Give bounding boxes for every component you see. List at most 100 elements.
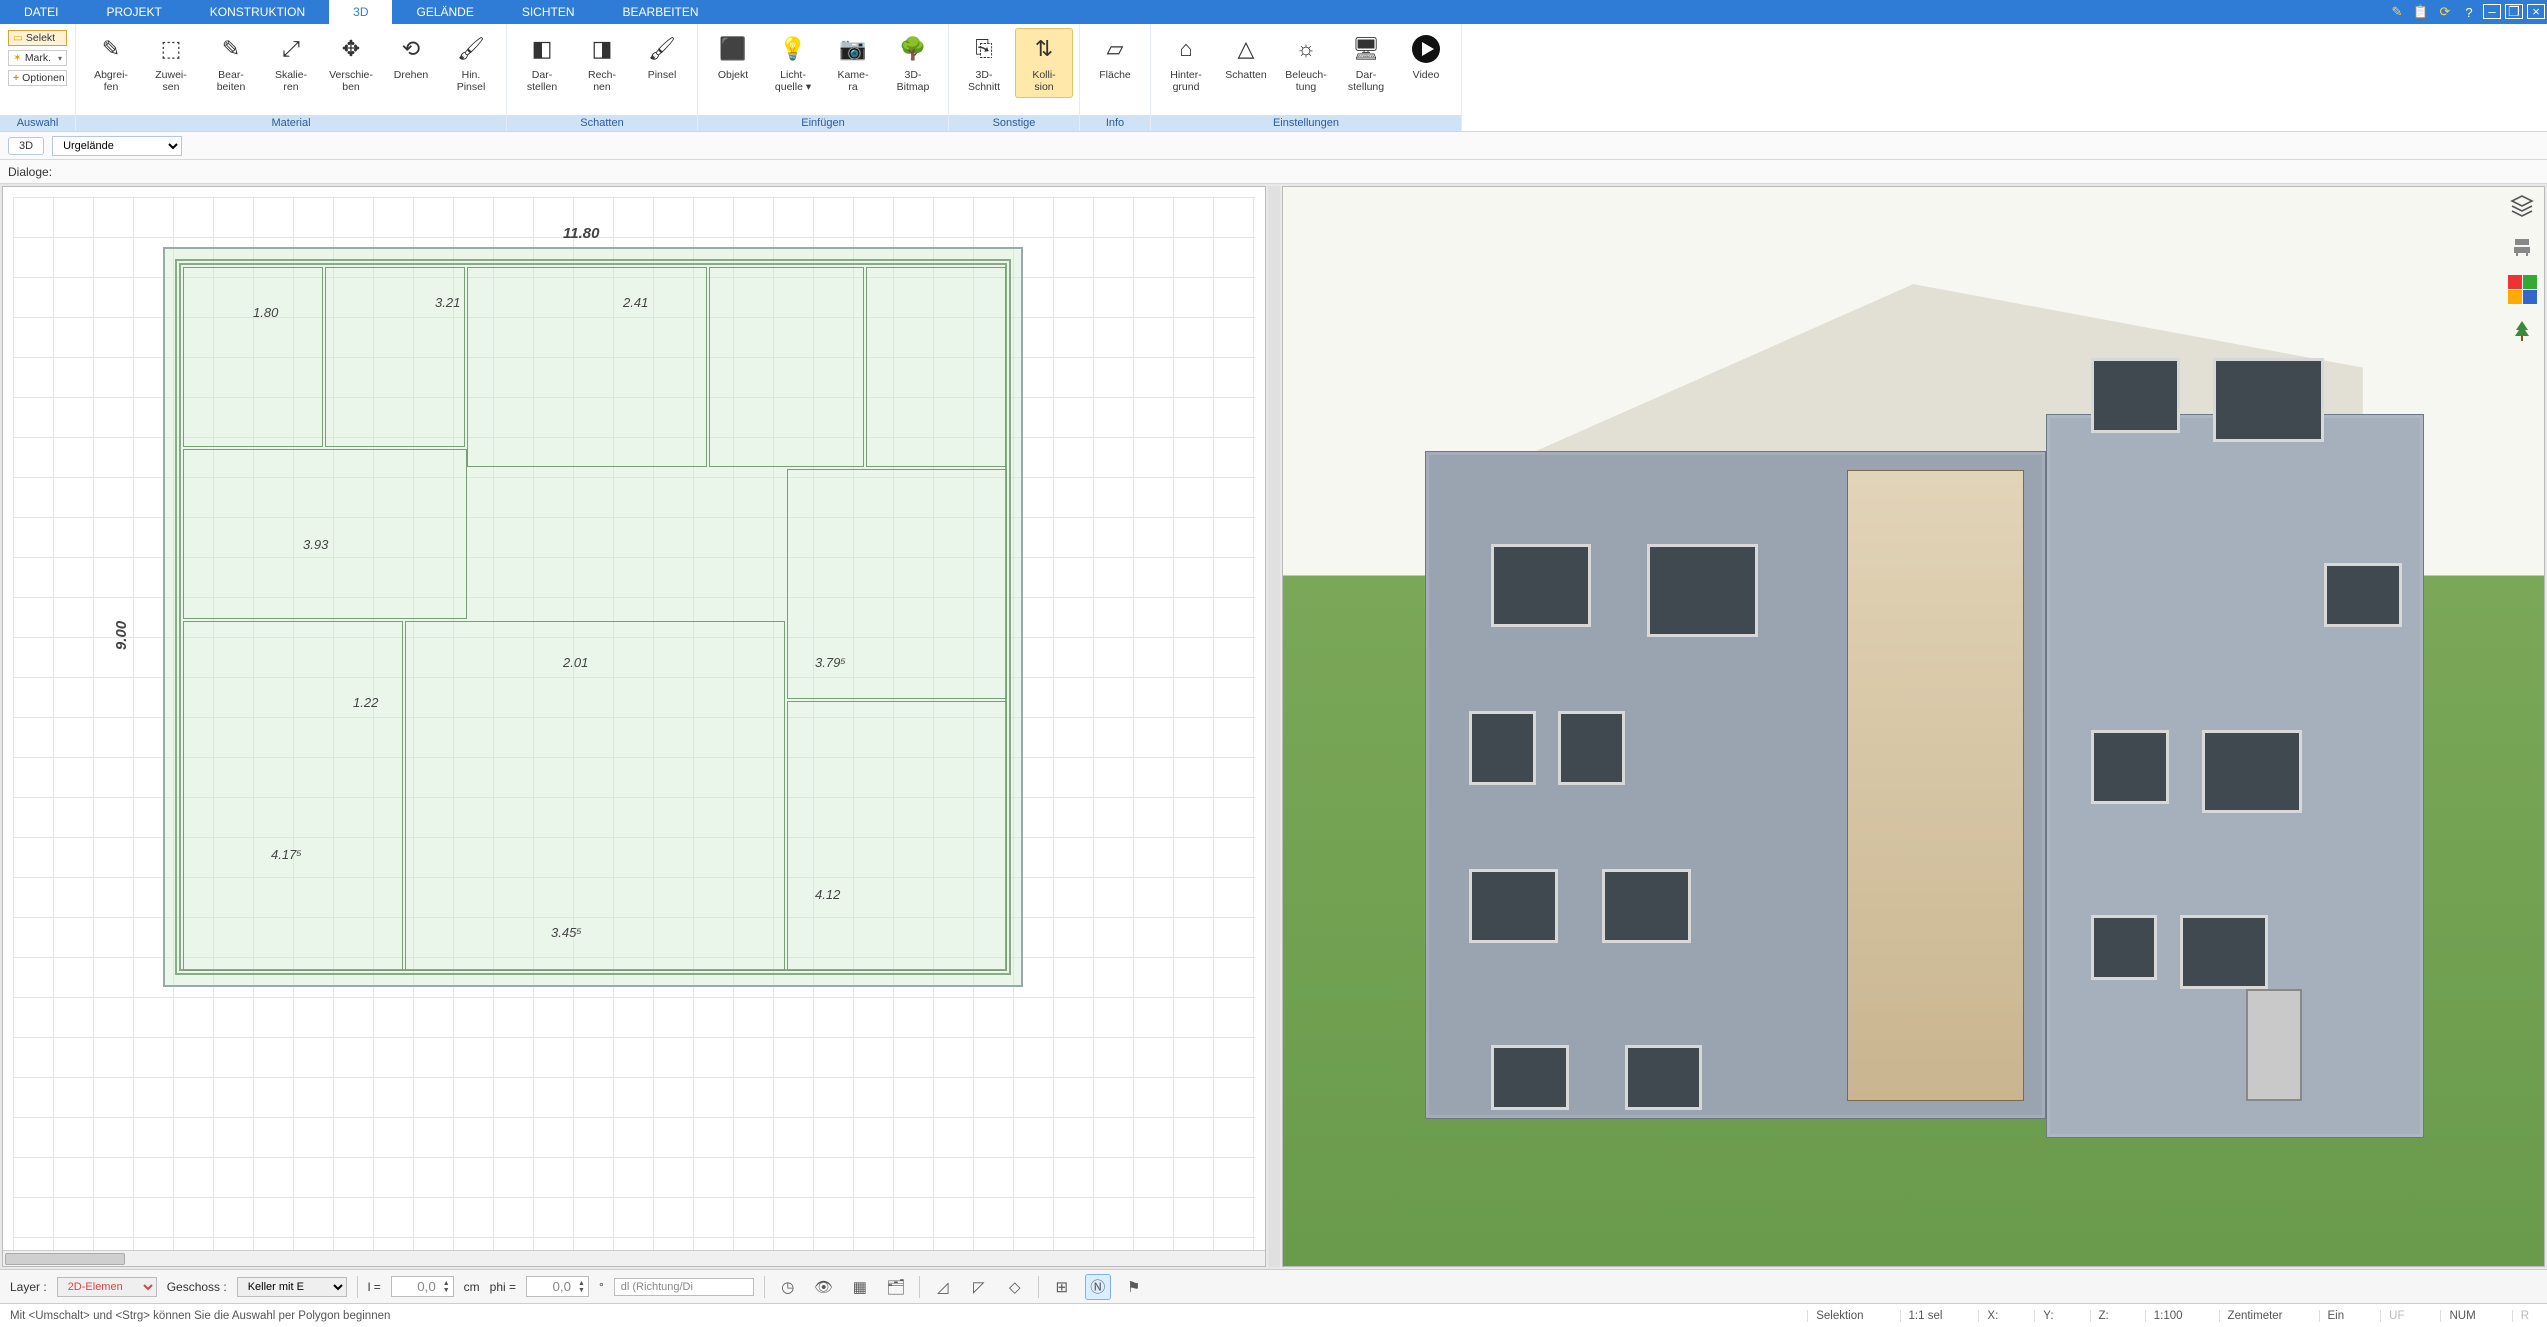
phi-unit: ° [599,1280,604,1294]
status-uf: UF [2380,1310,2412,1322]
lower-toolbar: Layer : 2D-Elemen Geschoss : Keller mit … [0,1269,2547,1303]
terrain-select[interactable]: Urgelände [52,136,182,156]
rotate-icon-button[interactable]: ⟲Drehen [382,28,440,86]
ribbon-btn-label: Video [1413,69,1440,81]
bulb-icon-button[interactable]: 💡Licht-quelle ▾ [764,28,822,98]
group-label: Einfügen [698,115,948,131]
options-button[interactable]: +Optionen [8,70,67,86]
stack-icon[interactable]: 🗂 [883,1274,909,1300]
ribbon-btn-label: Abgrei-fen [94,69,128,93]
status-bar: Mit <Umschalt> und <Strg> können Sie die… [0,1303,2547,1327]
lighting-icon: ☼ [1290,33,1322,65]
restore-icon[interactable]: ❐ [2505,4,2523,19]
camera-icon-button[interactable]: 📷Kame-ra [824,28,882,98]
box-layers-icon[interactable]: ▦ [847,1274,873,1300]
close-icon[interactable]: × [2527,4,2545,19]
eyedropper-icon-button[interactable]: ✎Abgrei-fen [82,28,140,98]
tab-sichten[interactable]: SICHTEN [498,0,599,24]
geschoss-select[interactable]: Keller mit E [237,1277,347,1297]
mode-pill[interactable]: 3D [8,137,44,155]
move-icon-button[interactable]: ✥Verschie-ben [322,28,380,98]
clipboard-icon[interactable]: 📋 [2411,2,2431,22]
dim: 2.01 [563,655,588,670]
ribbon-btn-label: Objekt [718,69,748,81]
shadow-icon: △ [1230,33,1262,65]
dim: 4.12 [815,887,840,902]
ribbon-btn-label: Licht-quelle ▾ [775,69,811,93]
background-icon-button[interactable]: ⌂Hinter-grund [1157,28,1215,98]
edit-icon-button[interactable]: ✎Bear-beiten [202,28,260,98]
tab-projekt[interactable]: PROJEKT [82,0,185,24]
grid-icon[interactable]: ⊞ [1049,1274,1075,1300]
collision-icon-button[interactable]: ⇅Kolli-sion [1015,28,1073,98]
group-label: Schatten [507,115,697,131]
status-x: X: [1978,1310,2006,1322]
dim: 3.21 [435,295,460,310]
dim: 3.45⁵ [551,925,582,940]
tab-bearbeiten[interactable]: BEARBEITEN [599,0,723,24]
status-unit: Zentimeter [2219,1310,2291,1322]
status-num: NUM [2440,1310,2483,1322]
north-icon[interactable]: Ⓝ [1085,1274,1111,1300]
length-spinner[interactable]: ▲▼ [391,1276,454,1297]
cube-icon-button[interactable]: ◧Dar-stellen [513,28,571,98]
angle1-icon[interactable]: ◿ [930,1274,956,1300]
tree-icon-button[interactable]: 🌳3D-Bitmap [884,28,942,98]
tab-datei[interactable]: DATEI [0,0,82,24]
help-icon[interactable]: ? [2459,2,2479,22]
refresh-icon[interactable]: ⟳ [2435,2,2455,22]
group-label: Material [76,115,506,131]
shadow-icon-button[interactable]: △ Schatten [1217,28,1275,86]
ribbon-btn-label: 3D-Bitmap [897,69,930,93]
group-label: Sonstige [949,115,1079,131]
status-y: Y: [2034,1310,2061,1322]
ribbon-group-sonstige: ⎘3D-Schnitt⇅Kolli-sion Sonstige [949,24,1080,131]
diamond-icon[interactable]: ◇ [1002,1274,1028,1300]
dim: 1.22 [353,695,378,710]
minimize-icon[interactable]: – [2483,4,2501,19]
dialoge-label: Dialoge: [8,165,52,179]
tree-icon[interactable] [2508,317,2536,345]
display-icon-button[interactable]: 🖥Dar-stellung [1337,28,1395,98]
status-r: R [2512,1310,2537,1322]
eye-icon[interactable]: 👁 [811,1274,837,1300]
brush-icon-button[interactable]: 🖌Hin.Pinsel [442,28,500,98]
main-area: 11.80 9.00 1.80 3.21 2.41 3.93 2.01 3.79… [0,184,2547,1269]
geschoss-label: Geschoss : [167,1280,227,1294]
wrench-icon[interactable]: ✎ [2387,2,2407,22]
area-icon-button[interactable]: ▱Fläche [1086,28,1144,86]
2d-floorplan-pane[interactable]: 11.80 9.00 1.80 3.21 2.41 3.93 2.01 3.79… [2,186,1266,1267]
clock-icon[interactable]: ◷ [775,1274,801,1300]
tab-gelaende[interactable]: GELÄNDE [392,0,497,24]
ribbon-selection-group: ▭Selekt ✶Mark.▾ +Optionen Auswahl [0,24,76,131]
ribbon-btn-label: Schatten [1225,69,1266,81]
camera-icon: 📷 [837,33,869,65]
dl-input[interactable] [614,1278,754,1296]
ribbon-btn-label: 3D-Schnitt [968,69,1000,93]
brush2-icon-button[interactable]: 🖌Pinsel [633,28,691,86]
angle-spinner[interactable]: ▲▼ [526,1276,589,1297]
play-icon-button[interactable]: Video [1397,28,1455,86]
object-icon-button[interactable]: ⬛Objekt [704,28,762,86]
color-swatches[interactable] [2508,275,2536,303]
tab-3d[interactable]: 3D [329,0,392,24]
layer-select[interactable]: 2D-Elemen [57,1277,157,1297]
angle2-icon[interactable]: ◸ [966,1274,992,1300]
ribbon-btn-label: Rech-nen [588,69,616,93]
select-button[interactable]: ▭Selekt [8,30,67,46]
flag-icon[interactable]: ⚑ [1121,1274,1147,1300]
layers-icon[interactable] [2508,191,2536,219]
pane-splitter[interactable] [1268,186,1280,1267]
assign-icon-button[interactable]: ⬚Zuwei-sen [142,28,200,98]
3d-view-pane[interactable] [1282,186,2546,1267]
horizontal-scrollbar[interactable] [3,1250,1265,1266]
section-icon-button[interactable]: ⎘3D-Schnitt [955,28,1013,98]
lighting-icon-button[interactable]: ☼Beleuch-tung [1277,28,1335,98]
scrollbar-thumb[interactable] [5,1253,125,1265]
play-icon [1410,33,1442,65]
calc-icon-button[interactable]: ◨Rech-nen [573,28,631,98]
scale-icon-button[interactable]: ⤢Skalie-ren [262,28,320,98]
tab-konstruktion[interactable]: KONSTRUKTION [186,0,329,24]
mark-button[interactable]: ✶Mark.▾ [8,50,67,66]
chair-icon[interactable] [2508,233,2536,261]
